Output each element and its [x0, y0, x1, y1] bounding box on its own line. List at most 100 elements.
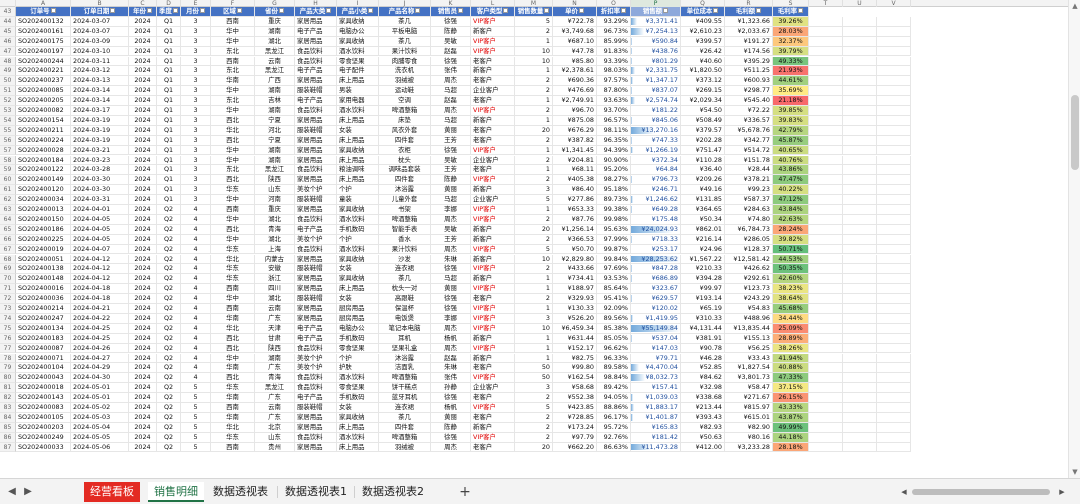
empty-cell[interactable] — [809, 224, 843, 235]
empty-cell[interactable] — [809, 115, 843, 126]
table-cell[interactable]: 4 — [181, 363, 211, 374]
table-cell[interactable]: 服装鞋帽 — [295, 403, 337, 413]
table-cell[interactable]: 35.69% — [773, 86, 809, 97]
table-cell[interactable]: 3 — [181, 125, 211, 136]
empty-cell[interactable] — [843, 294, 877, 304]
table-cell[interactable]: ¥405.38 — [553, 175, 597, 186]
table-cell[interactable]: 保温杯 — [379, 304, 431, 314]
column-title[interactable]: 单价 — [553, 7, 597, 17]
table-cell[interactable]: 杨帆 — [431, 403, 471, 413]
table-cell[interactable]: 4 — [181, 353, 211, 364]
filter-dropdown-icon[interactable] — [146, 7, 152, 13]
filter-dropdown-icon[interactable] — [236, 7, 242, 13]
table-cell[interactable]: 5 — [181, 393, 211, 403]
table-cell[interactable]: 华中 — [211, 86, 255, 97]
empty-cell[interactable] — [877, 323, 911, 334]
table-cell[interactable]: 2024-04-25 — [71, 323, 129, 334]
table-cell[interactable]: 45.68% — [773, 304, 809, 314]
row-number[interactable]: 79 — [0, 363, 16, 374]
table-cell[interactable]: 5 — [181, 412, 211, 423]
table-cell[interactable]: 华东 — [211, 244, 255, 255]
table-cell[interactable]: 2024 — [129, 76, 157, 87]
empty-cell[interactable] — [877, 195, 911, 205]
table-cell[interactable]: 电子产品 — [295, 393, 337, 403]
table-cell[interactable]: 徐强 — [431, 393, 471, 403]
table-cell[interactable]: Q1 — [157, 195, 181, 205]
table-cell[interactable]: 2024 — [129, 26, 157, 37]
row-number[interactable]: 75 — [0, 323, 16, 334]
empty-cell[interactable] — [843, 373, 877, 384]
empty-cell[interactable] — [877, 412, 911, 423]
empty-cell[interactable] — [843, 16, 877, 27]
table-cell[interactable]: 服装鞋帽 — [295, 125, 337, 136]
table-cell[interactable]: 手机数码 — [337, 333, 379, 344]
table-cell[interactable]: ¥151.78 — [725, 155, 773, 166]
empty-cell[interactable] — [877, 294, 911, 304]
table-cell[interactable]: ¥718.33 — [631, 234, 681, 245]
table-cell[interactable]: ¥2,610.23 — [681, 26, 725, 37]
table-cell[interactable]: 电子产品 — [295, 66, 337, 77]
empty-cell[interactable] — [877, 333, 911, 344]
empty-cell[interactable] — [809, 96, 843, 106]
table-cell[interactable]: 空调 — [379, 96, 431, 106]
table-cell[interactable]: 2024 — [129, 373, 157, 384]
empty-cell[interactable] — [843, 26, 877, 37]
table-cell[interactable]: 老客户 — [471, 294, 515, 304]
table-cell[interactable]: ¥2,331.75 — [631, 66, 681, 77]
empty-cell[interactable] — [843, 254, 877, 265]
table-cell[interactable]: 笔记本电脑 — [379, 323, 431, 334]
table-cell[interactable]: 2024 — [129, 353, 157, 364]
table-cell[interactable]: 家居用品 — [295, 36, 337, 47]
table-cell[interactable]: 湖南 — [255, 145, 295, 156]
table-cell[interactable]: Q2 — [157, 224, 181, 235]
table-cell[interactable]: Q2 — [157, 294, 181, 304]
table-cell[interactable]: 坚果礼盒 — [379, 343, 431, 354]
table-cell[interactable]: 耳机 — [379, 333, 431, 344]
column-title[interactable]: 年份 — [129, 7, 157, 17]
table-cell[interactable]: 85.05% — [597, 333, 631, 344]
row-number[interactable]: 45 — [0, 26, 16, 37]
table-cell[interactable]: ¥173.24 — [553, 422, 597, 433]
table-cell[interactable]: 新客户 — [471, 185, 515, 196]
empty-cell[interactable] — [877, 125, 911, 136]
table-cell[interactable]: 朱琳 — [431, 363, 471, 374]
table-cell[interactable]: 宁夏 — [255, 115, 295, 126]
table-cell[interactable]: ¥1,323.66 — [725, 16, 773, 27]
column-title[interactable]: 订单号 — [16, 7, 71, 17]
table-cell[interactable]: ¥387.82 — [553, 135, 597, 146]
table-cell[interactable]: ¥2,378.61 — [553, 66, 597, 77]
table-cell[interactable]: 38.23% — [773, 284, 809, 295]
table-cell[interactable]: 吴敏 — [431, 224, 471, 235]
empty-cell[interactable] — [877, 76, 911, 87]
table-cell[interactable]: 个护 — [337, 234, 379, 245]
table-cell[interactable]: 家居用品 — [295, 412, 337, 423]
table-cell[interactable]: 96.57% — [597, 115, 631, 126]
table-cell[interactable]: SO202400214 — [16, 304, 71, 314]
table-cell[interactable]: 3 — [515, 313, 553, 324]
table-cell[interactable]: 家居用品 — [295, 284, 337, 295]
table-cell[interactable]: ¥49.16 — [681, 185, 725, 196]
table-cell[interactable]: 粮油调味 — [337, 165, 379, 176]
table-cell[interactable]: SO202400211 — [16, 125, 71, 136]
table-cell[interactable]: 酒水饮料 — [337, 244, 379, 255]
table-cell[interactable]: 2024 — [129, 155, 157, 166]
table-cell[interactable]: 2024 — [129, 96, 157, 106]
table-cell[interactable]: 94.05% — [597, 393, 631, 403]
empty-cell[interactable] — [843, 165, 877, 176]
table-cell[interactable]: ¥676.29 — [553, 125, 597, 136]
table-cell[interactable]: 新客户 — [471, 26, 515, 37]
column-header-o[interactable]: O — [597, 0, 631, 7]
table-cell[interactable]: Q2 — [157, 373, 181, 384]
table-cell[interactable]: ¥6,459.34 — [553, 323, 597, 334]
empty-cell[interactable] — [877, 214, 911, 225]
filter-dropdown-icon[interactable] — [368, 7, 374, 13]
table-cell[interactable]: 2 — [515, 86, 553, 97]
table-cell[interactable]: Q2 — [157, 412, 181, 423]
table-cell[interactable]: ¥90.78 — [681, 343, 725, 354]
empty-cell[interactable] — [843, 363, 877, 374]
table-cell[interactable]: 河北 — [255, 125, 295, 136]
table-cell[interactable]: 青海 — [255, 224, 295, 235]
table-cell[interactable]: ¥12,581.42 — [725, 254, 773, 265]
table-cell[interactable]: 新客户 — [471, 274, 515, 285]
table-cell[interactable]: 2 — [515, 175, 553, 186]
